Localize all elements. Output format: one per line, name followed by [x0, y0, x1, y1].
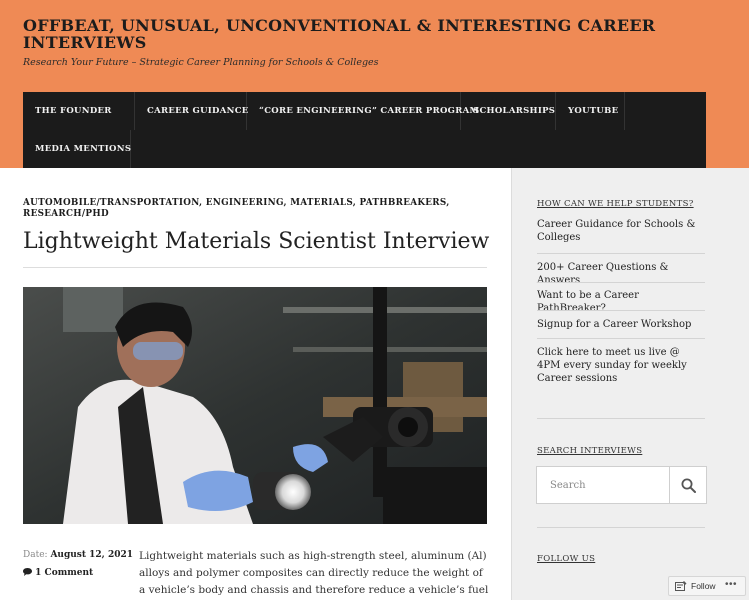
post-title[interactable]: Lightweight Materials Scientist Intervie…	[23, 229, 489, 254]
widget-title-help: HOW CAN WE HELP STUDENTS?	[537, 199, 694, 209]
comments-count: 1 Comment	[35, 568, 94, 578]
follow-icon	[675, 581, 687, 591]
search-form	[536, 466, 707, 504]
widget-title-search: SEARCH INTERVIEWS	[537, 446, 643, 456]
main-navigation: THE FOUNDER CAREER GUIDANCE “CORE ENGINE…	[23, 92, 706, 168]
comments-link[interactable]: 1 Comment	[23, 568, 93, 578]
sidebar-link-pathbreaker[interactable]: Want to be a Career PathBreaker?	[537, 289, 705, 315]
nav-item-career-guidance[interactable]: CAREER GUIDANCE	[135, 92, 248, 130]
widget-title-follow: FOLLOW US	[537, 554, 596, 564]
scientist-photo	[23, 287, 487, 524]
nav-item-media-mentions[interactable]: MEDIA MENTIONS	[23, 130, 131, 168]
divider	[537, 253, 705, 254]
title-divider	[23, 267, 487, 268]
nav-item-the-founder[interactable]: THE FOUNDER	[23, 92, 135, 130]
divider	[537, 418, 705, 419]
category-link[interactable]: ENGINEERING	[206, 198, 284, 208]
divider	[537, 282, 705, 283]
search-input[interactable]	[537, 467, 669, 503]
sidebar-link-live-session[interactable]: Click here to meet us live @ 4PM every s…	[537, 346, 702, 385]
category-link[interactable]: MATERIALS	[290, 198, 353, 208]
comment-icon	[23, 568, 32, 576]
follow-label: Follow	[691, 581, 716, 591]
divider	[537, 338, 705, 339]
nav-item-scholarships[interactable]: SCHOLARSHIPS	[461, 92, 556, 130]
sidebar-link-career-guidance[interactable]: Career Guidance for Schools & Colleges	[537, 218, 705, 244]
post-categories: AUTOMOBILE/TRANSPORTATION, ENGINEERING, …	[23, 198, 450, 219]
divider	[537, 527, 705, 528]
sidebar-link-workshop[interactable]: Signup for a Career Workshop	[537, 318, 705, 331]
featured-image[interactable]	[23, 287, 487, 524]
date-value[interactable]: August 12, 2021	[50, 550, 133, 560]
category-link[interactable]: PATHBREAKERS	[360, 198, 447, 208]
nav-item-youtube[interactable]: YOUTUBE	[556, 92, 625, 130]
post-excerpt: Lightweight materials such as high-stren…	[139, 550, 489, 596]
site-title[interactable]: OFFBEAT, UNUSUAL, UNCONVENTIONAL & INTER…	[23, 17, 723, 51]
post-date: Date: August 12, 2021	[23, 550, 133, 560]
search-button[interactable]	[669, 466, 707, 504]
category-link[interactable]: AUTOMOBILE/TRANSPORTATION	[23, 198, 199, 208]
category-link[interactable]: RESEARCH/PHD	[23, 209, 109, 219]
more-options-button[interactable]: •••	[725, 579, 737, 590]
follow-button[interactable]: Follow •••	[668, 576, 746, 596]
sidebar-link-career-questions[interactable]: 200+ Career Questions & Answers	[537, 261, 705, 287]
nav-item-core-engineering[interactable]: “CORE ENGINEERING” CAREER PROGRAM	[247, 92, 479, 130]
site-tagline: Research Your Future – Strategic Career …	[23, 57, 379, 68]
divider	[537, 310, 705, 311]
date-label: Date:	[23, 550, 48, 560]
search-icon	[681, 478, 696, 493]
